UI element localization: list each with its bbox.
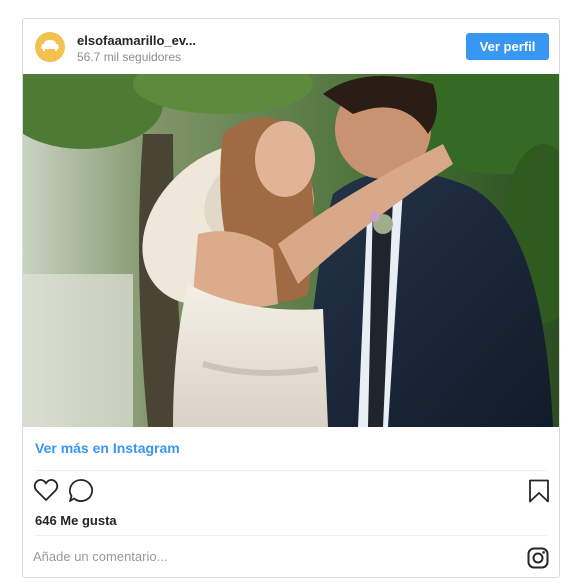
sofa-logo-icon (41, 38, 59, 57)
view-more-link[interactable]: Ver más en Instagram (35, 440, 180, 456)
post-header: elsofaamarillo_ev... 56.7 mil seguidores… (23, 19, 559, 74)
follower-count: 56.7 mil seguidores (77, 50, 182, 64)
username[interactable]: elsofaamarillo_ev... (77, 33, 196, 48)
heart-icon[interactable] (33, 478, 59, 507)
post-image[interactable] (23, 74, 559, 427)
comment-input[interactable] (33, 544, 493, 568)
action-bar (23, 477, 559, 507)
comment-row (23, 536, 559, 577)
instagram-icon[interactable] (527, 547, 549, 574)
comment-bubble-icon[interactable] (68, 478, 94, 508)
instagram-embed-card: elsofaamarillo_ev... 56.7 mil seguidores… (22, 18, 560, 578)
view-profile-button[interactable]: Ver perfil (466, 33, 549, 60)
avatar[interactable] (35, 32, 65, 62)
like-count: 646 Me gusta (35, 513, 117, 528)
bookmark-icon[interactable] (528, 479, 550, 508)
divider (35, 470, 547, 471)
